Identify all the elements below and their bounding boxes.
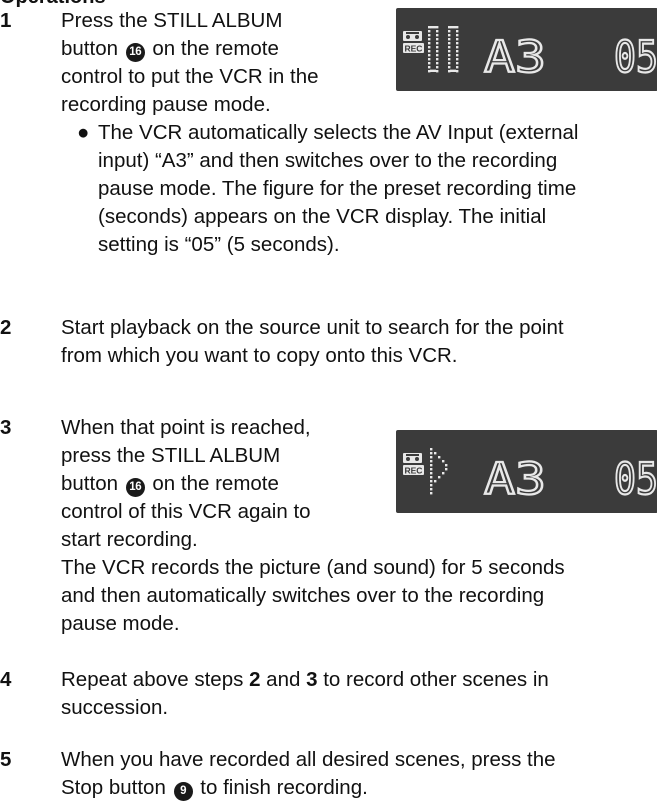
step-number: 4	[0, 668, 12, 691]
step-number: 3	[0, 416, 12, 439]
step-3-result: The VCR records the picture (and sound) …	[61, 556, 565, 635]
pause-icon	[428, 26, 459, 73]
step-4-text: Repeat above steps 2 and 3 to record oth…	[61, 668, 549, 719]
step-number: 5	[0, 748, 12, 771]
bullet-dot: ●	[77, 121, 90, 144]
vcr-display-record: REC A3 05	[396, 430, 657, 513]
svg-text:REC: REC	[405, 44, 423, 54]
lcd-input-readout: A3	[484, 454, 546, 505]
lcd-time-readout: 05	[614, 454, 657, 505]
step-number: 1	[0, 9, 12, 32]
lcd-time-readout: 05	[614, 32, 657, 83]
step-5-text: When you have recorded all desired scene…	[61, 748, 556, 801]
play-icon	[430, 448, 448, 495]
vcr-display-pause: REC A3 05	[396, 8, 657, 91]
svg-text:REC: REC	[405, 466, 423, 476]
still-album-button-icon: 16	[125, 43, 145, 62]
step-3-text: When that point is reached, press the ST…	[61, 416, 311, 551]
step-ref-3: 3	[306, 668, 318, 691]
step-ref-2: 2	[249, 668, 261, 691]
lcd-input-readout: A3	[484, 32, 546, 83]
step-2-text: Start playback on the source unit to sea…	[61, 316, 564, 367]
still-album-button-icon: 16	[125, 478, 145, 497]
stop-button-icon: 9	[173, 782, 193, 801]
step-1-note: ● The VCR automatically selects the AV I…	[77, 121, 579, 256]
step-1-text: Press the STILL ALBUM button 16 on the r…	[61, 9, 319, 116]
step-number: 2	[0, 316, 12, 339]
